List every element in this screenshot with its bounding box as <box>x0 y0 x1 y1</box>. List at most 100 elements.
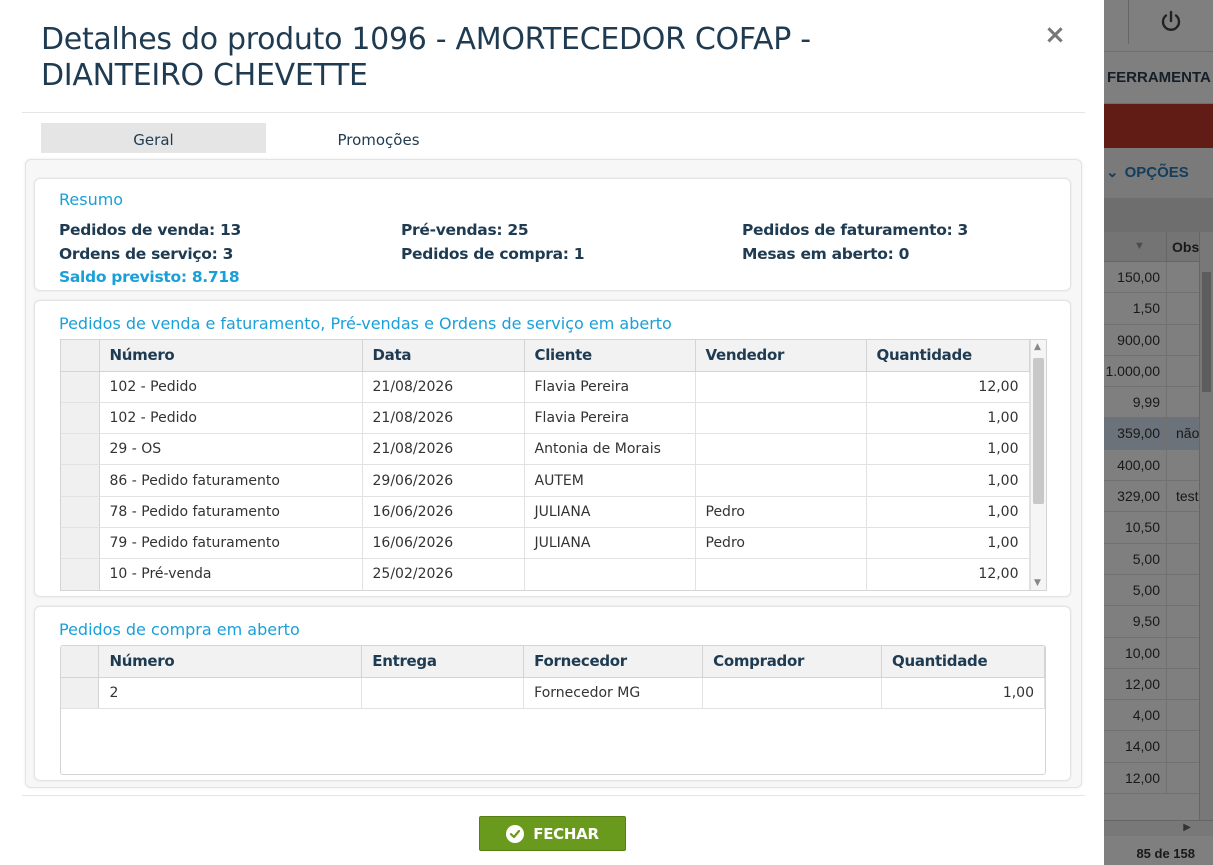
table-cell: 21/08/2026 <box>362 402 525 435</box>
table-cell: 29/06/2026 <box>362 464 525 497</box>
table-cell <box>695 402 867 435</box>
table-cell: 1,00 <box>866 464 1030 497</box>
table-cell: 86 - Pedido faturamento <box>99 464 363 497</box>
row-selector[interactable] <box>61 558 100 590</box>
table-cell: 2 <box>98 677 363 709</box>
table-cell: Fornecedor MG <box>523 677 704 709</box>
modal-title: Detalhes do produto 1096 - AMORTECEDOR C… <box>41 22 811 93</box>
check-circle-icon <box>506 824 525 843</box>
table-cell <box>695 558 867 590</box>
row-selector-header <box>61 646 100 678</box>
footer-divider <box>22 795 1085 796</box>
table-cell: Pedro <box>695 527 867 560</box>
resumo-card: Resumo Pedidos de venda: 13 Pré-vendas: … <box>34 178 1071 291</box>
stat-saldo-previsto: Saldo previsto: 8.718 <box>59 268 240 286</box>
row-selector-header <box>61 340 100 372</box>
table-cell: 1,00 <box>881 677 1045 709</box>
table-cell: 102 - Pedido <box>99 402 363 435</box>
table-cell: 12,00 <box>866 371 1030 403</box>
scroll-down-icon[interactable]: ▼ <box>1034 578 1041 588</box>
table-row[interactable]: 10 - Pré-venda 25/02/2026 12,00 <box>61 558 1030 590</box>
row-selector[interactable] <box>61 677 100 709</box>
compra-table: Número Entrega Fornecedor Comprador Quan… <box>61 646 1045 709</box>
table-row[interactable]: 86 - Pedido faturamento 29/06/2026 AUTEM 1,… <box>61 464 1030 497</box>
stat-ordens-servico: Ordens de serviço: 3 <box>59 245 234 263</box>
table-cell: 1,00 <box>866 433 1030 466</box>
table-row[interactable]: 78 - Pedido faturamento 16/06/2026 JULIANA… <box>61 496 1030 528</box>
product-details-modal: Detalhes do produto 1096 - AMORTECEDOR C… <box>0 0 1104 865</box>
row-selector[interactable] <box>61 527 100 560</box>
table-cell: Flavia Pereira <box>524 371 696 403</box>
table-cell <box>702 677 883 709</box>
col-header-entrega[interactable]: Entrega <box>361 646 525 678</box>
col-header-comprador[interactable]: Comprador <box>702 646 883 678</box>
tab-promocoes[interactable]: Promoções <box>266 123 491 153</box>
col-header-data[interactable]: Data <box>362 340 525 372</box>
table-cell: 21/08/2026 <box>362 433 525 466</box>
row-selector[interactable] <box>61 371 100 403</box>
table-cell: 16/06/2026 <box>362 496 525 528</box>
table-cell: Pedro <box>695 496 867 528</box>
table-cell: 21/08/2026 <box>362 371 525 403</box>
table-cell: 12,00 <box>866 558 1030 590</box>
table-cell: JULIANA <box>524 527 696 560</box>
row-selector[interactable] <box>61 402 100 435</box>
table-row[interactable]: 2 Fornecedor MG 1,00 <box>61 677 1045 709</box>
col-header-quantidade[interactable]: Quantidade <box>866 340 1030 372</box>
table-cell: 1,00 <box>866 402 1030 435</box>
abertos-title: Pedidos de venda e faturamento, Pré-vend… <box>59 314 672 333</box>
close-button[interactable]: FECHAR <box>479 816 626 851</box>
col-header-vendedor[interactable]: Vendedor <box>695 340 867 372</box>
table-row[interactable]: 79 - Pedido faturamento 16/06/2026 JULIANA… <box>61 527 1030 560</box>
table-row[interactable]: 102 - Pedido 21/08/2026 Flavia Pereira 12,0… <box>61 371 1030 403</box>
abertos-scrollbar[interactable]: ▲ ▼ <box>1030 340 1046 590</box>
stat-pre-vendas: Pré-vendas: 25 <box>401 221 529 239</box>
header-divider <box>22 112 1085 113</box>
table-cell <box>524 558 696 590</box>
col-header-cliente[interactable]: Cliente <box>524 340 696 372</box>
table-cell: 1,00 <box>866 527 1030 560</box>
table-cell: 79 - Pedido faturamento <box>99 527 363 560</box>
abertos-grid: Número Data Cliente Vendedor Quantidade … <box>60 339 1047 591</box>
table-cell: AUTEM <box>524 464 696 497</box>
col-header-numero[interactable]: Número <box>98 646 363 678</box>
table-cell <box>695 433 867 466</box>
row-selector[interactable] <box>61 433 100 466</box>
scroll-up-icon[interactable]: ▲ <box>1034 342 1041 352</box>
close-icon[interactable]: × <box>1044 22 1066 48</box>
abertos-table: Número Data Cliente Vendedor Quantidade … <box>61 340 1030 590</box>
stat-pedidos-compra: Pedidos de compra: 1 <box>401 245 585 263</box>
compra-title: Pedidos de compra em aberto <box>59 620 300 639</box>
table-cell: JULIANA <box>524 496 696 528</box>
table-cell: 1,00 <box>866 496 1030 528</box>
compra-header-row: Número Entrega Fornecedor Comprador Quan… <box>61 646 1045 678</box>
table-cell: 16/06/2026 <box>362 527 525 560</box>
resumo-title: Resumo <box>59 190 124 209</box>
table-cell: 29 - OS <box>99 433 363 466</box>
table-cell: 25/02/2026 <box>362 558 525 590</box>
table-cell <box>695 371 867 403</box>
abertos-header-row: Número Data Cliente Vendedor Quantidade <box>61 340 1030 372</box>
table-cell: 102 - Pedido <box>99 371 363 403</box>
table-cell <box>361 677 525 709</box>
table-cell: Flavia Pereira <box>524 402 696 435</box>
col-header-fornecedor[interactable]: Fornecedor <box>523 646 704 678</box>
stat-pedidos-faturamento: Pedidos de faturamento: 3 <box>742 221 969 239</box>
tab-geral[interactable]: Geral <box>41 123 266 153</box>
modal-backdrop[interactable] <box>1104 0 1213 865</box>
table-cell: 78 - Pedido faturamento <box>99 496 363 528</box>
table-cell <box>695 464 867 497</box>
table-row[interactable]: 102 - Pedido 21/08/2026 Flavia Pereira 1,00 <box>61 402 1030 435</box>
compra-grid: Número Entrega Fornecedor Comprador Quan… <box>60 645 1046 775</box>
col-header-numero[interactable]: Número <box>99 340 363 372</box>
scroll-thumb[interactable] <box>1033 358 1044 504</box>
row-selector[interactable] <box>61 496 100 528</box>
col-header-quantidade[interactable]: Quantidade <box>881 646 1045 678</box>
table-row[interactable]: 29 - OS 21/08/2026 Antonia de Morais 1,00 <box>61 433 1030 466</box>
row-selector[interactable] <box>61 464 100 497</box>
stat-pedidos-venda: Pedidos de venda: 13 <box>59 221 242 239</box>
table-cell: 10 - Pré-venda <box>99 558 363 590</box>
table-cell: Antonia de Morais <box>524 433 696 466</box>
stat-mesas-aberto: Mesas em aberto: 0 <box>742 245 910 263</box>
close-button-label: FECHAR <box>533 824 599 843</box>
